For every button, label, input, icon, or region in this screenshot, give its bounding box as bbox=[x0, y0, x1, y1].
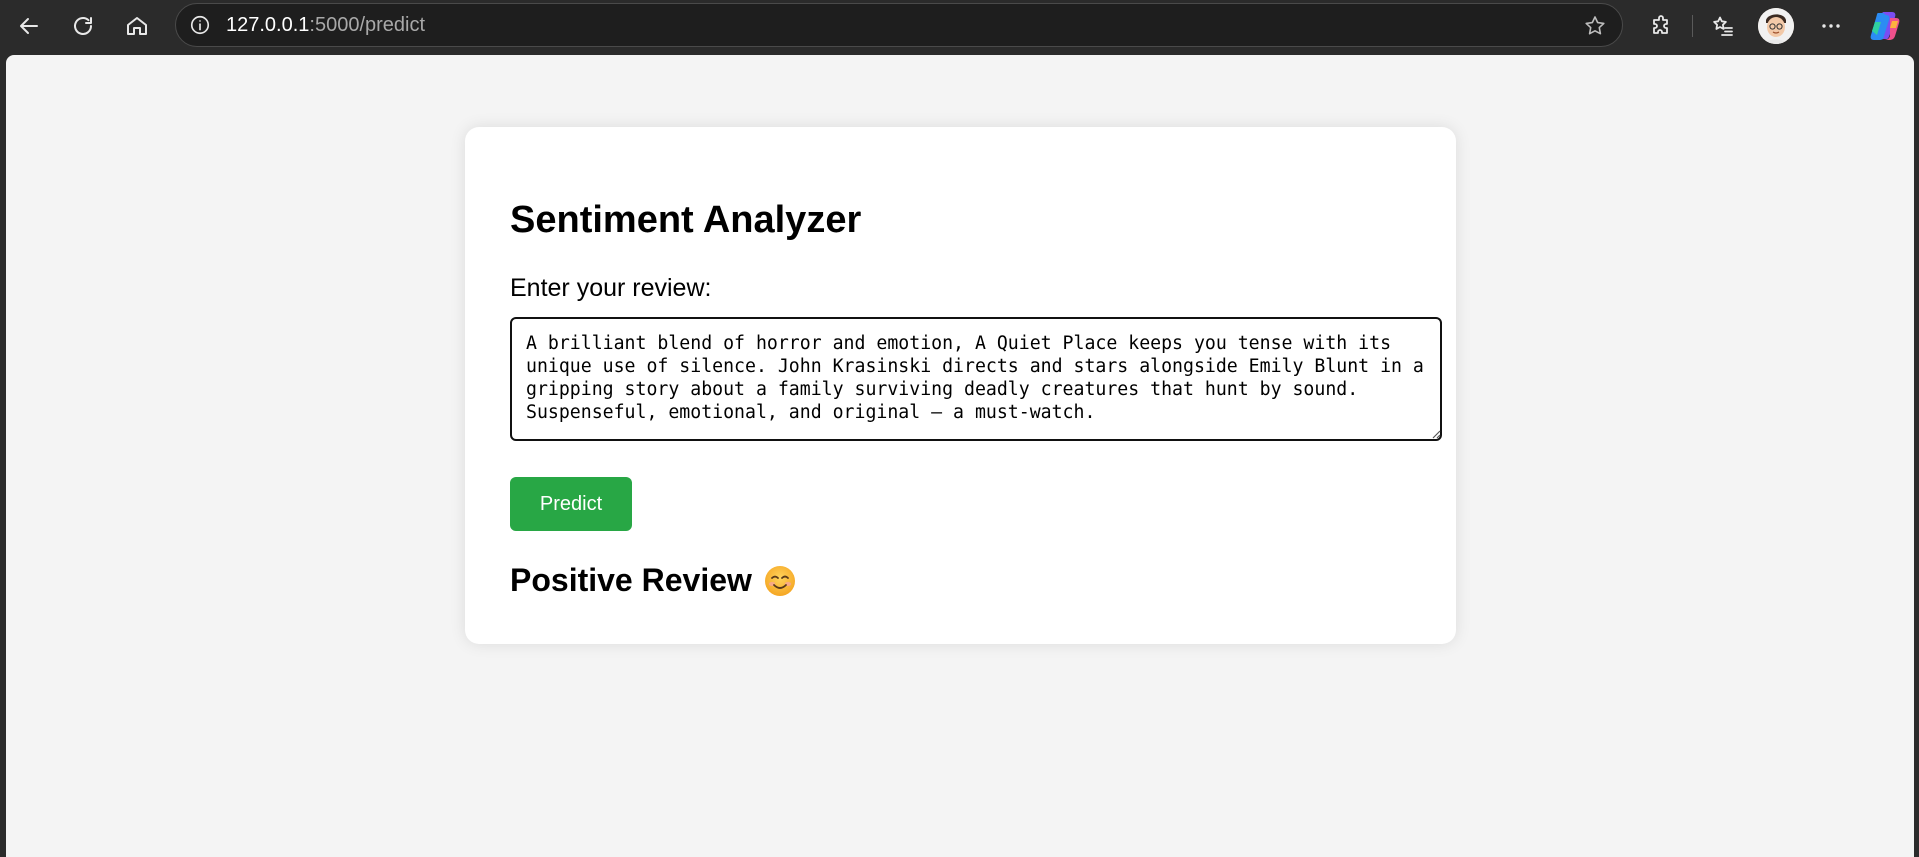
favorites-button[interactable] bbox=[1704, 8, 1742, 44]
favorites-list-icon bbox=[1713, 16, 1733, 36]
sentiment-card: Sentiment Analyzer Enter your review: A … bbox=[465, 127, 1456, 644]
back-button[interactable] bbox=[10, 8, 48, 44]
refresh-button[interactable] bbox=[64, 8, 102, 44]
toolbar-divider bbox=[1692, 15, 1693, 37]
url-path: :5000/predict bbox=[309, 14, 426, 36]
refresh-icon bbox=[74, 17, 92, 35]
result-text: Positive Review bbox=[510, 562, 752, 598]
resize-grip-icon[interactable] bbox=[1431, 429, 1441, 439]
home-button[interactable] bbox=[118, 8, 156, 44]
settings-more-button[interactable] bbox=[1812, 8, 1850, 44]
home-icon bbox=[127, 17, 147, 35]
address-bar[interactable]: 127.0.0.1:5000/predict bbox=[175, 3, 1623, 47]
more-dots-icon bbox=[1822, 24, 1840, 28]
favorite-star-icon[interactable] bbox=[1582, 13, 1608, 39]
profile-avatar[interactable] bbox=[1758, 8, 1794, 44]
extensions-button[interactable] bbox=[1643, 8, 1681, 44]
prediction-result: Positive Review bbox=[510, 562, 796, 599]
back-arrow-icon bbox=[20, 18, 38, 34]
browser-toolbar: 127.0.0.1:5000/predict bbox=[0, 0, 1919, 52]
site-info-icon[interactable] bbox=[188, 13, 212, 37]
smiling-face-emoji-icon bbox=[764, 565, 795, 596]
puzzle-icon bbox=[1653, 15, 1668, 34]
url-host: 127.0.0.1 bbox=[226, 14, 310, 36]
predict-button[interactable]: Predict bbox=[510, 477, 632, 531]
page-title: Sentiment Analyzer bbox=[510, 199, 862, 241]
copilot-icon[interactable] bbox=[1868, 9, 1902, 43]
review-label: Enter your review: bbox=[510, 274, 712, 302]
review-textarea[interactable]: A brilliant blend of horror and emotion,… bbox=[510, 317, 1442, 441]
url-text: 127.0.0.1:5000/predict bbox=[226, 14, 425, 37]
page-viewport: Sentiment Analyzer Enter your review: A … bbox=[6, 55, 1914, 857]
